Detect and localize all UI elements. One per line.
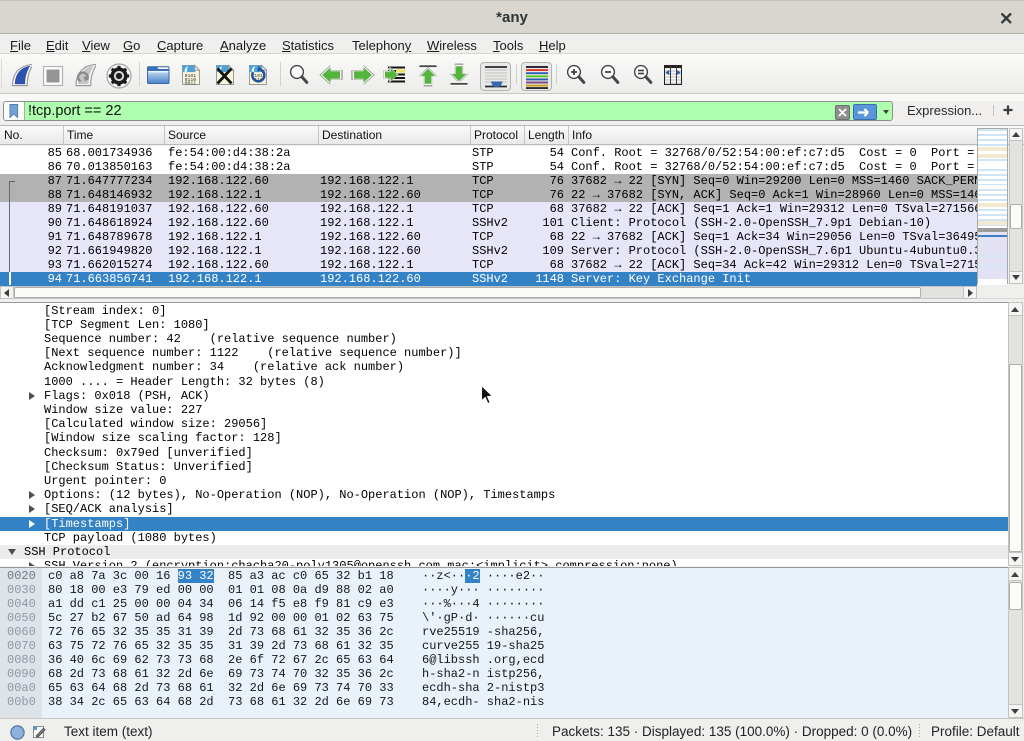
- svg-text:0011: 0011: [185, 80, 197, 86]
